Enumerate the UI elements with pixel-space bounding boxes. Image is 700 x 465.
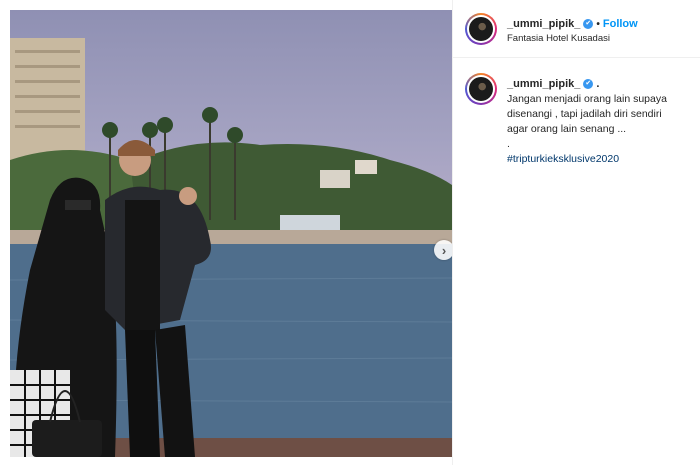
verified-badge-icon: ✔ xyxy=(583,19,594,30)
caption-line: . xyxy=(507,138,510,150)
hashtag-link[interactable]: #tripturkieksklusive2020 xyxy=(507,152,693,167)
avatar[interactable] xyxy=(465,13,497,45)
caption-avatar[interactable] xyxy=(465,73,497,105)
follow-button[interactable]: Follow xyxy=(603,18,638,30)
hotel-building xyxy=(10,38,85,168)
post-side-panel: _ummi_pipik_ ✔ • Follow Fantasia Hotel Kusa… xyxy=(452,0,700,465)
location-link[interactable]: Fantasia Hotel Kusadasi xyxy=(507,33,610,44)
caption-username-row: _ummi_pipik_ ✔. xyxy=(507,78,599,90)
post-header: _ummi_pipik_ ✔ • Follow Fantasia Hotel Kusa… xyxy=(453,0,700,58)
username-link[interactable]: _ummi_pipik_ xyxy=(507,18,580,30)
post-photo[interactable]: › xyxy=(10,10,452,457)
caption-line: Jangan menjadi orang lain supaya xyxy=(507,93,667,105)
header-username-row: _ummi_pipik_ ✔ • Follow xyxy=(507,18,638,30)
caption-line: disenangi , tapi jadilah diri sendiri xyxy=(507,108,662,120)
chevron-right-icon: › xyxy=(441,242,447,258)
instagram-post: › _ummi_pipik_ ✔ • Follow Fantasia Hotel Ku… xyxy=(0,0,700,465)
caption-text: Jangan menjadi orang lain supaya disenan… xyxy=(507,92,693,167)
caption-username-link[interactable]: _ummi_pipik_ xyxy=(507,78,580,90)
next-photo-button[interactable]: › xyxy=(434,240,452,260)
photo-scene xyxy=(10,38,452,457)
caption-trailing-dot: . xyxy=(596,78,600,90)
caption-line: agar orang lain senang ... xyxy=(507,123,627,135)
separator-dot: • xyxy=(596,18,600,30)
caption-verified-badge-icon: ✔ xyxy=(583,79,594,90)
